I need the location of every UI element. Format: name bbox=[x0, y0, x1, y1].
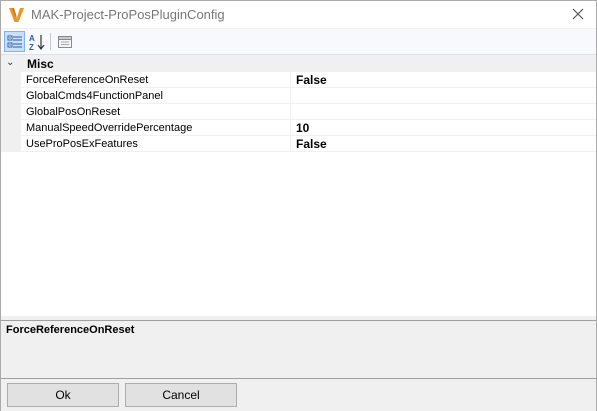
category-label: Misc bbox=[27, 57, 54, 71]
description-title: ForceReferenceOnReset bbox=[6, 324, 135, 336]
ok-button[interactable]: Ok bbox=[7, 383, 119, 407]
property-name: ManualSpeedOverridePercentage bbox=[21, 120, 291, 136]
row-gutter bbox=[1, 88, 21, 104]
property-value[interactable]: False bbox=[292, 72, 596, 88]
cancel-button[interactable]: Cancel bbox=[125, 383, 237, 407]
property-value[interactable]: False bbox=[292, 136, 596, 152]
row-gutter bbox=[1, 120, 21, 136]
property-name: ForceReferenceOnReset bbox=[21, 72, 291, 88]
svg-text:Z: Z bbox=[29, 43, 34, 51]
sort-alphabetical-icon: A Z bbox=[29, 34, 44, 51]
dialog-button-bar: Ok Cancel bbox=[1, 378, 596, 411]
property-name: GlobalCmds4FunctionPanel bbox=[21, 88, 291, 104]
property-grid-toolbar: A Z bbox=[1, 29, 596, 55]
property-row[interactable]: GlobalPosOnReset bbox=[1, 104, 596, 120]
property-value[interactable] bbox=[292, 104, 596, 120]
close-icon bbox=[572, 8, 584, 20]
category-row-misc[interactable]: ⌄ Misc bbox=[1, 56, 596, 72]
row-gutter bbox=[1, 72, 21, 88]
property-pages-button[interactable] bbox=[54, 31, 75, 52]
vi-logo-icon bbox=[8, 6, 25, 23]
window-title: MAK-Project-ProPosPluginConfig bbox=[31, 7, 225, 22]
categorized-view-button[interactable] bbox=[4, 31, 25, 52]
row-gutter bbox=[1, 136, 21, 152]
chevron-down-icon[interactable]: ⌄ bbox=[6, 57, 14, 68]
dialog-window: MAK-Project-ProPosPluginConfig A Z ⌄ Mis… bbox=[0, 0, 597, 411]
alphabetical-sort-button[interactable]: A Z bbox=[26, 31, 47, 52]
close-button[interactable] bbox=[566, 4, 590, 24]
property-value[interactable] bbox=[292, 88, 596, 104]
categorized-view-icon bbox=[7, 35, 22, 47]
title-bar: MAK-Project-ProPosPluginConfig bbox=[1, 1, 596, 28]
property-row[interactable]: ForceReferenceOnReset False bbox=[1, 72, 596, 88]
property-name: UseProPosExFeatures bbox=[21, 136, 291, 152]
row-gutter bbox=[1, 104, 21, 120]
property-name: GlobalPosOnReset bbox=[21, 104, 291, 120]
property-row[interactable]: ManualSpeedOverridePercentage 10 bbox=[1, 120, 596, 136]
svg-text:A: A bbox=[29, 34, 35, 43]
description-pane: ForceReferenceOnReset bbox=[1, 320, 596, 378]
property-value[interactable]: 10 bbox=[292, 120, 596, 136]
property-grid: ⌄ Misc ForceReferenceOnReset False Globa… bbox=[1, 56, 596, 316]
toolbar-separator bbox=[50, 33, 51, 50]
property-pages-icon bbox=[57, 35, 72, 48]
property-row[interactable]: UseProPosExFeatures False bbox=[1, 136, 596, 152]
property-row[interactable]: GlobalCmds4FunctionPanel bbox=[1, 88, 596, 104]
